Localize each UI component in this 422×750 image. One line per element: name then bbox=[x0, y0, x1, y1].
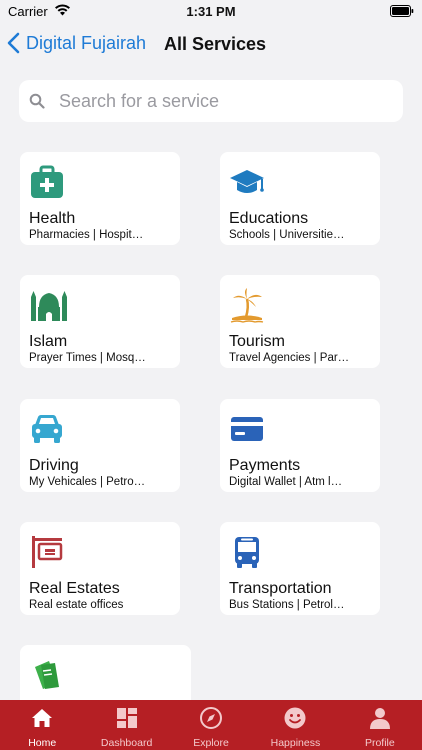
home-icon bbox=[32, 709, 53, 727]
service-subtitle: Pharmacies | Hospit… bbox=[29, 229, 144, 241]
search-icon bbox=[29, 93, 45, 109]
real-estate-sign-icon bbox=[32, 536, 63, 568]
search-bar[interactable] bbox=[19, 80, 403, 122]
smiley-icon bbox=[284, 707, 306, 729]
service-card-payments[interactable]: Payments Digital Wallet | Atm l… bbox=[220, 399, 380, 492]
service-subtitle: Real estate offices bbox=[29, 599, 124, 611]
cards-icon bbox=[35, 661, 59, 689]
service-subtitle: Travel Agencies | Par… bbox=[229, 352, 350, 364]
service-card-driving[interactable]: Driving My Vehicales | Petro… bbox=[20, 399, 180, 492]
tab-home[interactable]: Home bbox=[0, 700, 84, 750]
service-subtitle: My Vehicales | Petro… bbox=[29, 476, 146, 488]
profile-icon bbox=[369, 708, 390, 729]
service-card-tourism[interactable]: Tourism Travel Agencies | Par… bbox=[220, 275, 380, 368]
tab-profile[interactable]: Profile bbox=[338, 700, 422, 750]
compass-icon bbox=[200, 707, 223, 729]
tab-label: Home bbox=[28, 737, 57, 749]
medical-kit-icon bbox=[31, 165, 63, 198]
service-card-transportation[interactable]: Transportation Bus Stations | Petrol… bbox=[220, 522, 380, 615]
service-card-health[interactable]: Health Pharmacies | Hospit… bbox=[20, 152, 180, 245]
tab-label: Profile bbox=[364, 737, 395, 749]
palm-tree-icon bbox=[230, 288, 264, 323]
tab-label: Happiness bbox=[270, 737, 321, 749]
chevron-left-icon bbox=[7, 32, 20, 54]
service-title: Islam bbox=[29, 333, 68, 350]
bus-icon bbox=[235, 537, 259, 568]
status-time: 1:31 PM bbox=[186, 4, 236, 19]
page-title: All Services bbox=[164, 34, 267, 54]
tab-label: Explore bbox=[193, 737, 229, 749]
service-subtitle: Schools | Universitie… bbox=[229, 229, 345, 241]
graduation-cap-icon bbox=[230, 170, 264, 193]
search-input[interactable] bbox=[59, 90, 359, 112]
dashboard-icon bbox=[116, 708, 137, 728]
service-title: Driving bbox=[29, 457, 79, 474]
service-title: Real Estates bbox=[29, 580, 120, 597]
service-card-islam[interactable]: Islam Prayer Times | Mosq… bbox=[20, 275, 180, 368]
tab-happiness[interactable]: Happiness bbox=[253, 700, 337, 750]
service-subtitle: Digital Wallet | Atm l… bbox=[229, 476, 343, 488]
service-card-educations[interactable]: Educations Schools | Universitie… bbox=[220, 152, 380, 245]
service-subtitle: Bus Stations | Petrol… bbox=[229, 599, 345, 611]
tab-explore[interactable]: Explore bbox=[169, 700, 253, 750]
service-title: Health bbox=[29, 210, 76, 227]
back-button-label: Digital Fujairah bbox=[26, 32, 147, 53]
service-subtitle: Prayer Times | Mosq… bbox=[29, 352, 146, 364]
tab-label: Dashboard bbox=[100, 737, 153, 749]
tab-bar: Home Dashboard Explore Happiness Profile bbox=[0, 700, 422, 750]
service-title: Educations bbox=[229, 210, 309, 227]
battery-icon bbox=[390, 5, 414, 17]
navigation-bar: Digital Fujairah All Services bbox=[0, 24, 422, 64]
back-button[interactable]: Digital Fujairah bbox=[6, 30, 146, 56]
car-icon bbox=[32, 415, 62, 443]
status-bar: Carrier 1:31 PM bbox=[0, 0, 422, 24]
tab-dashboard[interactable]: Dashboard bbox=[84, 700, 168, 750]
service-title: Payments bbox=[229, 457, 301, 474]
service-card-real-estates[interactable]: Real Estates Real estate offices bbox=[20, 522, 180, 615]
service-title: Tourism bbox=[229, 333, 286, 350]
mosque-icon bbox=[31, 291, 67, 321]
credit-card-icon bbox=[231, 417, 263, 441]
service-title: Transportation bbox=[229, 580, 332, 597]
